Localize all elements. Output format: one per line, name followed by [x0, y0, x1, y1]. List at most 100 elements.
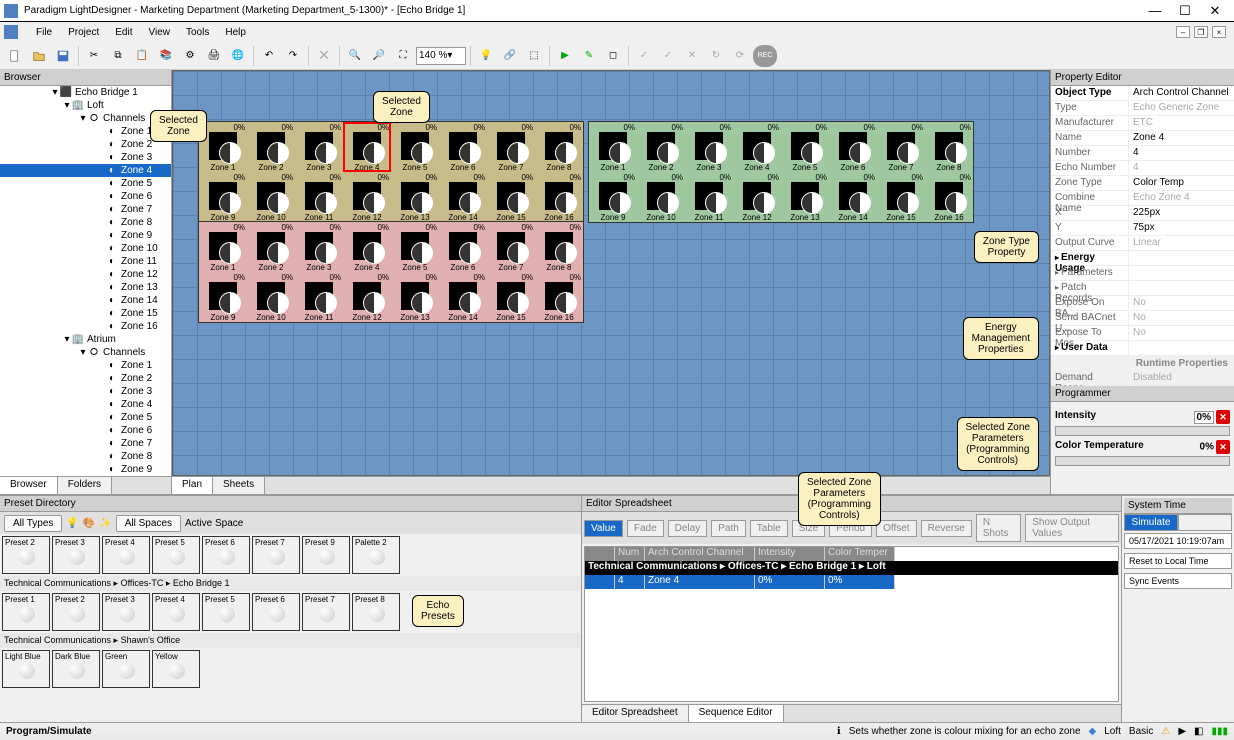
zone[interactable]: 0%Zone 1 — [199, 222, 247, 272]
tree-item[interactable]: ◐Zone 7 — [0, 203, 171, 216]
time-display[interactable]: 05/17/2021 10:19:07am — [1124, 533, 1232, 549]
zone[interactable]: 0%Zone 7 — [877, 122, 925, 172]
tree-item[interactable]: ◐Zone 1 — [0, 125, 171, 138]
zone[interactable]: 0%Zone 10 — [247, 272, 295, 322]
tree-item[interactable]: ◐Zone 4 — [0, 398, 171, 411]
tree-item[interactable]: ▾🏢Atrium — [0, 333, 171, 346]
ss-col-header[interactable]: Arch Control Channel — [645, 547, 755, 561]
zone[interactable]: 0%Zone 4 — [343, 122, 391, 172]
zone[interactable]: 0%Zone 7 — [487, 122, 535, 172]
ss-cell[interactable]: 0% — [755, 575, 825, 589]
intensity-value[interactable]: 0% — [1194, 411, 1214, 424]
zone[interactable]: 0%Zone 4 — [733, 122, 781, 172]
play-status-icon[interactable]: ▶ — [1178, 726, 1186, 737]
library-icon[interactable]: 📚 — [155, 45, 177, 67]
print-icon[interactable]: 🖨 — [203, 45, 225, 67]
open-icon[interactable] — [28, 45, 50, 67]
prop-row[interactable]: Expose To Mos...No — [1051, 326, 1234, 341]
preset[interactable]: Preset 1 — [2, 593, 50, 631]
realtime-toggle[interactable] — [1178, 514, 1232, 531]
ct-clear[interactable]: ✕ — [1216, 440, 1230, 454]
ss-tab-fade[interactable]: Fade — [627, 520, 664, 537]
preset[interactable]: Preset 9 — [302, 536, 350, 574]
zone[interactable]: 0%Zone 8 — [535, 222, 583, 272]
filter-all-types[interactable]: All Types — [4, 515, 62, 532]
tab-editor-spreadsheet[interactable]: Editor Spreadsheet — [582, 705, 689, 722]
ss-tab-table[interactable]: Table — [750, 520, 788, 537]
bulb-filter-icon[interactable]: 💡 — [66, 518, 78, 529]
zone[interactable]: 0%Zone 13 — [781, 172, 829, 222]
prop-row[interactable]: Combine NameEcho Zone 4 — [1051, 191, 1234, 206]
prop-row[interactable]: X225px — [1051, 206, 1234, 221]
browser-tree[interactable]: ▾⬛Echo Bridge 1▾🏢Loft▾⭘Channels◐Zone 1◐Z… — [0, 86, 171, 476]
globe-icon[interactable]: 🌐 — [227, 45, 249, 67]
zone[interactable]: 0%Zone 13 — [391, 172, 439, 222]
zone[interactable]: 0%Zone 16 — [535, 172, 583, 222]
prop-row[interactable]: Parameters — [1051, 266, 1234, 281]
connect-icon[interactable]: 🔗 — [499, 45, 521, 67]
wand-filter-icon[interactable]: ✨ — [99, 518, 111, 529]
menu-view[interactable]: View — [140, 25, 178, 40]
zone[interactable]: 0%Zone 12 — [343, 172, 391, 222]
tree-item[interactable]: ▾⬛Echo Bridge 1 — [0, 86, 171, 99]
edit-icon[interactable]: ✎ — [578, 45, 600, 67]
property-grid[interactable]: Object TypeArch Control ChannelTypeEcho … — [1051, 86, 1234, 356]
prop-row[interactable]: Number4 — [1051, 146, 1234, 161]
tree-item[interactable]: ◐Zone 6 — [0, 190, 171, 203]
zone[interactable]: 0%Zone 1 — [589, 122, 637, 172]
tree-item[interactable]: ◐Zone 5 — [0, 177, 171, 190]
tab-sheets[interactable]: Sheets — [213, 477, 265, 494]
ss-cell[interactable]: 4 — [615, 575, 645, 589]
tree-item[interactable]: ◐Zone 9 — [0, 463, 171, 476]
rec-icon[interactable]: REC — [753, 45, 777, 67]
zone[interactable]: 0%Zone 4 — [343, 222, 391, 272]
zone[interactable]: 0%Zone 5 — [391, 222, 439, 272]
check-icon[interactable]: ✓ — [633, 45, 655, 67]
preset[interactable]: Preset 3 — [52, 536, 100, 574]
tree-item[interactable]: ◐Zone 12 — [0, 268, 171, 281]
prop-row[interactable]: Y75px — [1051, 221, 1234, 236]
zone[interactable]: 0%Zone 6 — [439, 222, 487, 272]
zone-group-cafe[interactable]: 0%Zone 10%Zone 20%Zone 30%Zone 40%Zone 5… — [198, 221, 584, 323]
tree-item[interactable]: ▾🏢Loft — [0, 99, 171, 112]
ss-col-header[interactable] — [585, 547, 615, 561]
preset[interactable]: Preset 7 — [302, 593, 350, 631]
preset[interactable]: Green — [102, 650, 150, 688]
zoom-out-icon[interactable]: 🔍 — [344, 45, 366, 67]
ss-cell[interactable]: Zone 4 — [645, 575, 755, 589]
tree-item[interactable]: ◐Zone 3 — [0, 385, 171, 398]
delete-icon[interactable]: ✕ — [313, 45, 335, 67]
bulb-icon[interactable]: 💡 — [475, 45, 497, 67]
preset[interactable]: Preset 2 — [2, 536, 50, 574]
sync-events-button[interactable]: Sync Events — [1124, 573, 1232, 589]
ss-col-header[interactable]: Color Temper — [825, 547, 895, 561]
zone[interactable]: 0%Zone 10 — [247, 172, 295, 222]
tree-item[interactable]: ◐Zone 6 — [0, 424, 171, 437]
tree-item[interactable]: ◐Zone 8 — [0, 216, 171, 229]
intensity-slider[interactable] — [1055, 426, 1230, 436]
zone[interactable]: 0%Zone 16 — [535, 272, 583, 322]
preset[interactable]: Palette 2 — [352, 536, 400, 574]
zoom-fit-icon[interactable]: ⛶ — [392, 45, 414, 67]
ss-tab-path[interactable]: Path — [711, 520, 746, 537]
cut-icon[interactable]: ✂ — [83, 45, 105, 67]
mdi-restore-button[interactable]: ❐ — [1194, 26, 1208, 38]
save-icon[interactable] — [52, 45, 74, 67]
zone[interactable]: 0%Zone 9 — [199, 272, 247, 322]
preset[interactable]: Preset 7 — [252, 536, 300, 574]
preset[interactable]: Preset 4 — [102, 536, 150, 574]
ss-col-header[interactable]: Intensity — [755, 547, 825, 561]
preset[interactable]: Preset 2 — [52, 593, 100, 631]
preset[interactable]: Preset 4 — [152, 593, 200, 631]
tree-item[interactable]: ◐Zone 2 — [0, 372, 171, 385]
stop-icon[interactable]: ◻ — [602, 45, 624, 67]
zone[interactable]: 0%Zone 6 — [439, 122, 487, 172]
menu-tools[interactable]: Tools — [178, 25, 217, 40]
tree-item[interactable]: ◐Zone 3 — [0, 151, 171, 164]
ss-tab-reverse[interactable]: Reverse — [921, 520, 972, 537]
zone[interactable]: 0%Zone 2 — [247, 122, 295, 172]
undo-icon[interactable]: ↶ — [258, 45, 280, 67]
ss-tab-value[interactable]: Value — [584, 520, 623, 537]
zone[interactable]: 0%Zone 6 — [829, 122, 877, 172]
simulate-toggle[interactable]: Simulate — [1124, 514, 1178, 531]
